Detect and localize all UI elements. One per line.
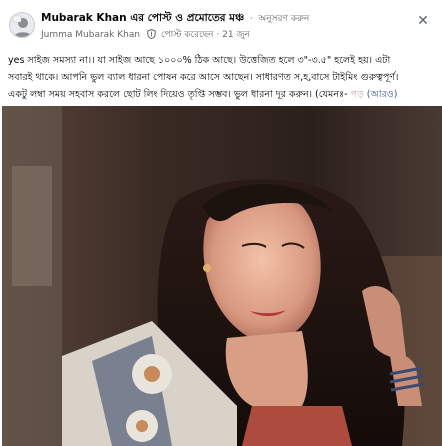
shield-icon [147, 28, 156, 42]
separator-dot: · [249, 14, 253, 24]
post-text-line: একটু লম্বা সময় সহবাস করলে ছোট লিং দিয়ে… [8, 86, 436, 103]
post-text-fade: পড় [350, 89, 364, 100]
close-icon[interactable]: ✕ [415, 13, 431, 29]
post-header: Mubarak Khan এর পোস্ট ও প্রমোতের মঞ্চ · … [0, 0, 442, 48]
post-photo[interactable] [2, 106, 442, 446]
post-body: yes সাইজ সমস্যা না।। যা সাইজ আছে ১০০০% ঠ… [8, 52, 436, 103]
post-text-line: সবারই থাকে। আপনি ভুল ব্যাল ধারনা পোষন কর… [8, 72, 399, 83]
post-text-line: yes সাইজ সমস্যা না।। যা সাইজ আছে ১০০০% ঠ… [8, 55, 391, 66]
post-text-line-content: একটু লম্বা সময় সহবাস করলে ছোট লিং দিয়ে… [8, 89, 348, 100]
author-name[interactable]: Jumma Mubarak Khan [41, 30, 140, 40]
group-name[interactable]: Mubarak Khan এর পোস্ট ও প্রমোতের মঞ্চ [41, 12, 244, 24]
posted-label: পোস্ট করেছেন [160, 30, 214, 40]
photo-image [2, 106, 442, 446]
post-meta: Jumma Mubarak Khan পোস্ট করেছেন · 21 জুন [41, 27, 250, 42]
see-more-link[interactable]: (আরও) [367, 89, 398, 100]
post-card: Mubarak Khan এর পোস্ট ও প্রমোতের মঞ্চ · … [0, 0, 442, 446]
post-date[interactable]: 21 জুন [222, 30, 250, 40]
group-name-line: Mubarak Khan এর পোস্ট ও প্রমোতের মঞ্চ · … [41, 11, 309, 28]
follow-link[interactable]: অনুসরণ করুন [258, 14, 309, 24]
group-avatar[interactable] [9, 12, 35, 38]
